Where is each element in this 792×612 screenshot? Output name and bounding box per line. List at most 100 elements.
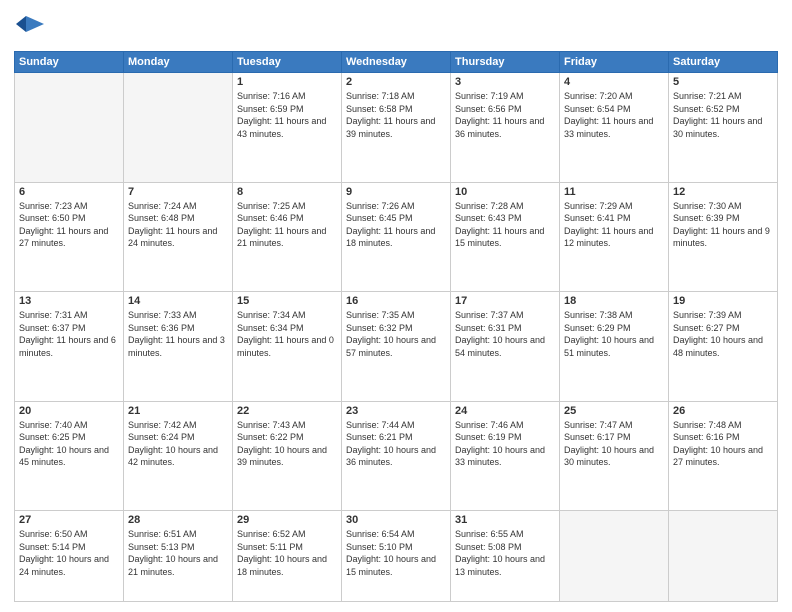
- day-info: Sunrise: 7:31 AMSunset: 6:37 PMDaylight:…: [19, 309, 119, 359]
- day-number: 9: [346, 186, 446, 198]
- day-info: Sunrise: 7:40 AMSunset: 6:25 PMDaylight:…: [19, 419, 119, 469]
- day-cell: 27 Sunrise: 6:50 AMSunset: 5:14 PMDayligh…: [15, 511, 124, 602]
- day-number: 20: [19, 405, 119, 417]
- day-cell: 13 Sunrise: 7:31 AMSunset: 6:37 PMDayligh…: [15, 292, 124, 402]
- day-info: Sunrise: 6:52 AMSunset: 5:11 PMDaylight:…: [237, 528, 337, 578]
- day-cell: [15, 73, 124, 183]
- day-number: 3: [455, 76, 555, 88]
- day-info: Sunrise: 7:47 AMSunset: 6:17 PMDaylight:…: [564, 419, 664, 469]
- day-info: Sunrise: 7:38 AMSunset: 6:29 PMDaylight:…: [564, 309, 664, 359]
- day-number: 2: [346, 76, 446, 88]
- day-cell: 20 Sunrise: 7:40 AMSunset: 6:25 PMDayligh…: [15, 401, 124, 511]
- day-number: 24: [455, 405, 555, 417]
- day-info: Sunrise: 6:54 AMSunset: 5:10 PMDaylight:…: [346, 528, 446, 578]
- day-cell: 22Sunrise: 7:43 AMSunset: 6:22 PMDayligh…: [233, 401, 342, 511]
- day-number: 25: [564, 405, 664, 417]
- day-info: Sunrise: 7:43 AMSunset: 6:22 PMDaylight:…: [237, 419, 337, 469]
- day-number: 30: [346, 514, 446, 526]
- logo-icon: [16, 12, 44, 45]
- day-cell: 28 Sunrise: 6:51 AMSunset: 5:13 PMDayligh…: [124, 511, 233, 602]
- day-cell: 15Sunrise: 7:34 AMSunset: 6:34 PMDayligh…: [233, 292, 342, 402]
- day-info: Sunrise: 7:20 AMSunset: 6:54 PMDaylight:…: [564, 90, 664, 140]
- day-info: Sunrise: 7:35 AMSunset: 6:32 PMDaylight:…: [346, 309, 446, 359]
- day-cell: 2 Sunrise: 7:18 AMSunset: 6:58 PMDaylight…: [342, 73, 451, 183]
- weekday-sunday: Sunday: [15, 52, 124, 73]
- day-number: 10: [455, 186, 555, 198]
- day-info: Sunrise: 7:21 AMSunset: 6:52 PMDaylight:…: [673, 90, 773, 140]
- day-info: Sunrise: 6:50 AMSunset: 5:14 PMDaylight:…: [19, 528, 119, 578]
- header: [14, 10, 778, 45]
- day-number: 12: [673, 186, 773, 198]
- day-cell: 26 Sunrise: 7:48 AMSunset: 6:16 PMDayligh…: [669, 401, 778, 511]
- day-cell: 24 Sunrise: 7:46 AMSunset: 6:19 PMDayligh…: [451, 401, 560, 511]
- day-number: 26: [673, 405, 773, 417]
- week-row-3: 13 Sunrise: 7:31 AMSunset: 6:37 PMDayligh…: [15, 292, 778, 402]
- weekday-monday: Monday: [124, 52, 233, 73]
- day-info: Sunrise: 7:42 AMSunset: 6:24 PMDaylight:…: [128, 419, 228, 469]
- day-cell: 6 Sunrise: 7:23 AMSunset: 6:50 PMDaylight…: [15, 182, 124, 292]
- day-number: 6: [19, 186, 119, 198]
- day-cell: 31Sunrise: 6:55 AMSunset: 5:08 PMDayligh…: [451, 511, 560, 602]
- day-cell: 30 Sunrise: 6:54 AMSunset: 5:10 PMDayligh…: [342, 511, 451, 602]
- day-number: 23: [346, 405, 446, 417]
- day-info: Sunrise: 7:24 AMSunset: 6:48 PMDaylight:…: [128, 200, 228, 250]
- day-cell: [560, 511, 669, 602]
- day-info: Sunrise: 7:16 AMSunset: 6:59 PMDaylight:…: [237, 90, 337, 140]
- page: SundayMondayTuesdayWednesdayThursdayFrid…: [0, 0, 792, 612]
- day-info: Sunrise: 7:44 AMSunset: 6:21 PMDaylight:…: [346, 419, 446, 469]
- day-cell: 17 Sunrise: 7:37 AMSunset: 6:31 PMDayligh…: [451, 292, 560, 402]
- day-info: Sunrise: 7:39 AMSunset: 6:27 PMDaylight:…: [673, 309, 773, 359]
- day-info: Sunrise: 7:37 AMSunset: 6:31 PMDaylight:…: [455, 309, 555, 359]
- day-number: 28: [128, 514, 228, 526]
- day-number: 21: [128, 405, 228, 417]
- day-number: 19: [673, 295, 773, 307]
- day-info: Sunrise: 7:23 AMSunset: 6:50 PMDaylight:…: [19, 200, 119, 250]
- day-cell: 4Sunrise: 7:20 AMSunset: 6:54 PMDaylight…: [560, 73, 669, 183]
- day-cell: [669, 511, 778, 602]
- day-number: 11: [564, 186, 664, 198]
- day-info: Sunrise: 7:33 AMSunset: 6:36 PMDaylight:…: [128, 309, 228, 359]
- day-cell: 23 Sunrise: 7:44 AMSunset: 6:21 PMDayligh…: [342, 401, 451, 511]
- day-number: 27: [19, 514, 119, 526]
- day-info: Sunrise: 6:51 AMSunset: 5:13 PMDaylight:…: [128, 528, 228, 578]
- day-number: 29: [237, 514, 337, 526]
- day-info: Sunrise: 7:48 AMSunset: 6:16 PMDaylight:…: [673, 419, 773, 469]
- day-number: 8: [237, 186, 337, 198]
- day-info: Sunrise: 7:18 AMSunset: 6:58 PMDaylight:…: [346, 90, 446, 140]
- day-number: 1: [237, 76, 337, 88]
- day-info: Sunrise: 7:46 AMSunset: 6:19 PMDaylight:…: [455, 419, 555, 469]
- week-row-5: 27 Sunrise: 6:50 AMSunset: 5:14 PMDayligh…: [15, 511, 778, 602]
- day-info: Sunrise: 6:55 AMSunset: 5:08 PMDaylight:…: [455, 528, 555, 578]
- day-cell: 3 Sunrise: 7:19 AMSunset: 6:56 PMDaylight…: [451, 73, 560, 183]
- day-cell: 29 Sunrise: 6:52 AMSunset: 5:11 PMDayligh…: [233, 511, 342, 602]
- day-cell: 1 Sunrise: 7:16 AMSunset: 6:59 PMDaylight…: [233, 73, 342, 183]
- day-cell: 18 Sunrise: 7:38 AMSunset: 6:29 PMDayligh…: [560, 292, 669, 402]
- day-info: Sunrise: 7:28 AMSunset: 6:43 PMDaylight:…: [455, 200, 555, 250]
- day-info: Sunrise: 7:25 AMSunset: 6:46 PMDaylight:…: [237, 200, 337, 250]
- day-info: Sunrise: 7:26 AMSunset: 6:45 PMDaylight:…: [346, 200, 446, 250]
- weekday-tuesday: Tuesday: [233, 52, 342, 73]
- day-cell: 12 Sunrise: 7:30 AMSunset: 6:39 PMDayligh…: [669, 182, 778, 292]
- day-cell: 21 Sunrise: 7:42 AMSunset: 6:24 PMDayligh…: [124, 401, 233, 511]
- day-info: Sunrise: 7:30 AMSunset: 6:39 PMDaylight:…: [673, 200, 773, 250]
- calendar: SundayMondayTuesdayWednesdayThursdayFrid…: [14, 51, 778, 602]
- day-number: 17: [455, 295, 555, 307]
- logo: [14, 10, 44, 45]
- day-info: Sunrise: 7:34 AMSunset: 6:34 PMDaylight:…: [237, 309, 337, 359]
- day-info: Sunrise: 7:29 AMSunset: 6:41 PMDaylight:…: [564, 200, 664, 250]
- weekday-thursday: Thursday: [451, 52, 560, 73]
- day-number: 14: [128, 295, 228, 307]
- day-info: Sunrise: 7:19 AMSunset: 6:56 PMDaylight:…: [455, 90, 555, 140]
- day-number: 13: [19, 295, 119, 307]
- day-number: 18: [564, 295, 664, 307]
- weekday-wednesday: Wednesday: [342, 52, 451, 73]
- day-cell: 9 Sunrise: 7:26 AMSunset: 6:45 PMDaylight…: [342, 182, 451, 292]
- day-cell: [124, 73, 233, 183]
- week-row-1: 1 Sunrise: 7:16 AMSunset: 6:59 PMDaylight…: [15, 73, 778, 183]
- day-cell: 11 Sunrise: 7:29 AMSunset: 6:41 PMDayligh…: [560, 182, 669, 292]
- day-cell: 16Sunrise: 7:35 AMSunset: 6:32 PMDayligh…: [342, 292, 451, 402]
- week-row-4: 20 Sunrise: 7:40 AMSunset: 6:25 PMDayligh…: [15, 401, 778, 511]
- week-row-2: 6 Sunrise: 7:23 AMSunset: 6:50 PMDaylight…: [15, 182, 778, 292]
- day-cell: 7Sunrise: 7:24 AMSunset: 6:48 PMDaylight…: [124, 182, 233, 292]
- day-cell: 10 Sunrise: 7:28 AMSunset: 6:43 PMDayligh…: [451, 182, 560, 292]
